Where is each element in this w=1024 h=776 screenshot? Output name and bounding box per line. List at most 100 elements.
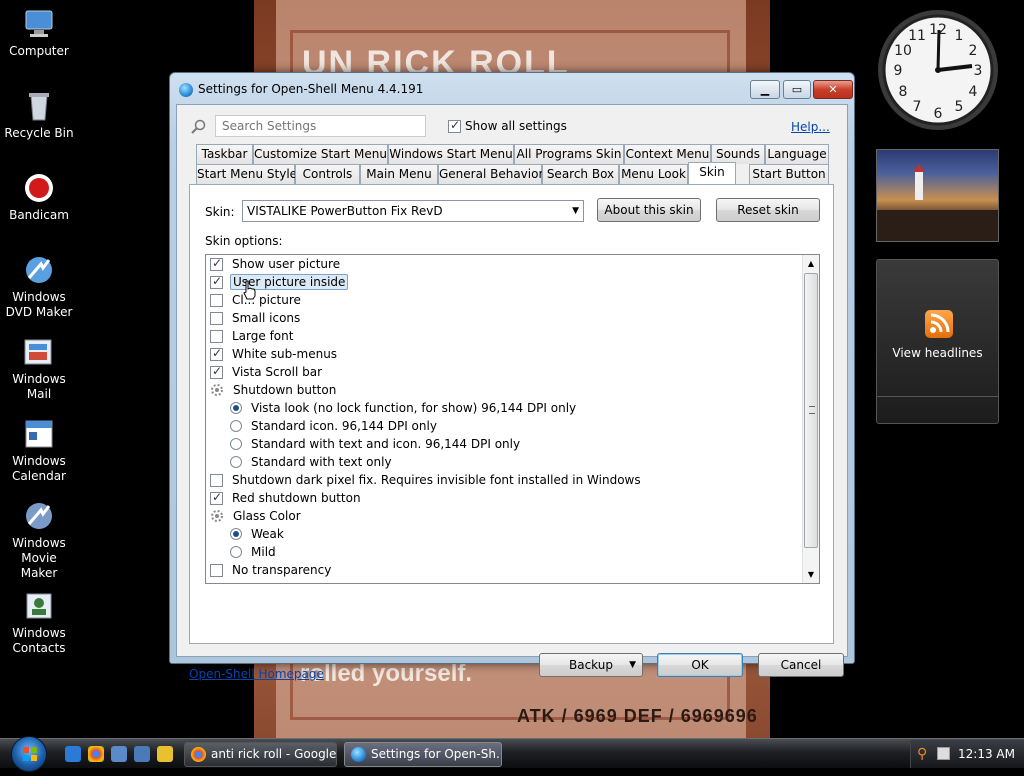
tab-skin[interactable]: Skin	[688, 162, 736, 184]
mail-icon	[23, 336, 55, 368]
group-shutdown-button[interactable]: Shutdown button	[210, 381, 338, 399]
svg-text:11: 11	[908, 28, 926, 44]
tab-controls[interactable]: Controls	[295, 164, 360, 184]
start-button[interactable]	[11, 736, 47, 772]
task-label: anti rick roll - Google...	[211, 747, 337, 761]
option-user-picture-inside[interactable]: User picture inside	[210, 273, 349, 291]
taskbar-clock[interactable]: 12:13 AM	[958, 747, 1015, 761]
clock-gadget[interactable]: 1212 345 678 91011	[876, 8, 1000, 132]
tab-all-programs-skin[interactable]: All Programs Skin	[514, 144, 624, 164]
option-show-user-picture[interactable]: Show user picture	[210, 255, 342, 273]
scroll-down-icon[interactable]: ▼	[803, 566, 819, 583]
title-bar[interactable]: Settings for Open-Shell Menu 4.4.191 ▁ ▭…	[170, 73, 854, 103]
computer-icon	[23, 8, 55, 40]
slideshow-gadget[interactable]	[876, 149, 999, 242]
show-all-settings-checkbox[interactable]: Show all settings	[448, 118, 567, 133]
chevron-down-icon: ▼	[572, 206, 579, 216]
desktop-icon-computer[interactable]: Computer	[2, 8, 76, 59]
option-weak[interactable]: Weak	[230, 525, 286, 543]
checkbox-icon	[448, 118, 461, 133]
tab-menu-look[interactable]: Menu Look	[619, 164, 688, 184]
skin-tab-panel: Skin: VISTALIKE PowerButton Fix RevD ▼ A…	[189, 184, 834, 644]
desktop-icon-contacts[interactable]: Windows Contacts	[2, 590, 76, 656]
checkbox-icon	[210, 274, 223, 289]
svg-text:10: 10	[894, 43, 912, 59]
tab-start-menu-style[interactable]: Start Menu Style	[196, 164, 297, 184]
maximize-icon: ▭	[791, 83, 803, 96]
option-small-icons[interactable]: Small icons	[210, 309, 302, 327]
tab-customize-start-menu[interactable]: Customize Start Menu	[253, 144, 388, 164]
ok-button[interactable]: OK	[657, 653, 743, 677]
search-settings-input[interactable]	[215, 115, 426, 137]
maximize-button[interactable]: ▭	[783, 80, 811, 99]
desktop-icon-bandicam[interactable]: Bandicam	[2, 172, 76, 223]
option-mild[interactable]: Mild	[230, 543, 278, 561]
open-shell-homepage-link[interactable]: Open-Shell Homepage	[189, 667, 324, 681]
svg-text:6: 6	[934, 106, 943, 122]
search-icon	[191, 119, 207, 138]
minimize-button[interactable]: ▁	[750, 80, 780, 99]
desktop-icon-recycle-bin[interactable]: Recycle Bin	[2, 90, 76, 141]
option-shutdown-dark-pixel-fix[interactable]: Shutdown dark pixel fix. Requires invisi…	[210, 471, 643, 489]
tab-sounds[interactable]: Sounds	[711, 144, 765, 164]
tab-search-box[interactable]: Search Box	[542, 164, 619, 184]
tab-main-menu[interactable]: Main Menu	[360, 164, 438, 184]
skin-options-list[interactable]: Show user picture User picture inside Cl…	[205, 254, 820, 584]
checkbox-icon	[210, 346, 223, 361]
backup-button[interactable]: Backup ▼	[539, 653, 643, 677]
tab-start-button[interactable]: Start Button	[749, 164, 829, 184]
close-button[interactable]: ✕	[813, 80, 853, 99]
group-glass-color[interactable]: Glass Color	[210, 507, 303, 525]
option-standard-text-only[interactable]: Standard with text only	[230, 453, 394, 471]
desktop-icon-label: Computer	[9, 44, 69, 58]
desktop-icon-label: Windows Calendar	[12, 454, 66, 483]
search-icon[interactable]: ⚲	[917, 746, 927, 762]
vertical-scrollbar[interactable]: ▲ ▼	[802, 255, 819, 583]
help-link[interactable]: Help...	[791, 120, 830, 134]
desktop-icon-label: Windows Contacts	[12, 626, 66, 655]
tab-general-behavior[interactable]: General Behavior	[438, 164, 543, 184]
ie-icon[interactable]	[65, 746, 81, 762]
taskbar-button-chrome[interactable]: anti rick roll - Google...	[184, 742, 337, 767]
skin-dropdown[interactable]: VISTALIKE PowerButton Fix RevD ▼	[242, 200, 584, 222]
media-icon[interactable]	[157, 746, 173, 762]
shortcut-icon	[23, 254, 55, 286]
checkbox-icon	[210, 364, 223, 379]
cancel-button[interactable]: Cancel	[758, 653, 844, 677]
radio-icon	[230, 402, 242, 414]
show-desktop-icon[interactable]	[111, 746, 127, 762]
radio-icon	[230, 420, 242, 432]
option-red-shutdown-button[interactable]: Red shutdown button	[210, 489, 363, 507]
bandicam-icon	[23, 172, 55, 204]
taskbar-button-settings[interactable]: Settings for Open-Sh...	[344, 742, 502, 767]
tab-language[interactable]: Language	[765, 144, 829, 164]
chrome-icon[interactable]	[88, 746, 104, 762]
about-this-skin-button[interactable]: About this skin	[597, 198, 701, 222]
scroll-up-icon[interactable]: ▲	[803, 255, 819, 272]
scrollbar-thumb[interactable]	[804, 273, 818, 548]
option-white-sub-menus[interactable]: White sub-menus	[210, 345, 339, 363]
settings-group-icon	[210, 509, 224, 523]
tab-windows-start-menu[interactable]: Windows Start Menu	[388, 144, 514, 164]
option-vista-look[interactable]: Vista look (no lock function, for show) …	[230, 399, 578, 417]
svg-text:4: 4	[969, 84, 978, 100]
switch-windows-icon[interactable]	[134, 746, 150, 762]
tab-context-menu[interactable]: Context Menu	[624, 144, 711, 164]
option-vista-scroll-bar[interactable]: Vista Scroll bar	[210, 363, 324, 381]
desktop-icon-calendar[interactable]: Windows Calendar	[2, 418, 76, 484]
desktop-icon-mail[interactable]: Windows Mail	[2, 336, 76, 402]
desktop-icon-dvd-maker[interactable]: Windows DVD Maker	[2, 254, 76, 320]
option-standard-icon[interactable]: Standard icon. 96,144 DPI only	[230, 417, 439, 435]
network-icon[interactable]	[937, 747, 950, 760]
desktop-icon-movie-maker[interactable]: Windows Movie Maker	[2, 500, 76, 581]
rss-icon	[925, 310, 953, 338]
option-standard-text-and-icon[interactable]: Standard with text and icon. 96,144 DPI …	[230, 435, 522, 453]
option-large-font[interactable]: Large font	[210, 327, 295, 345]
tab-taskbar[interactable]: Taskbar	[196, 144, 253, 164]
svg-text:3: 3	[974, 63, 983, 79]
reset-skin-button[interactable]: Reset skin	[716, 198, 820, 222]
radio-icon	[230, 528, 242, 540]
feed-headlines-gadget[interactable]: View headlines	[876, 259, 999, 424]
desktop-icon-label: Recycle Bin	[4, 126, 74, 140]
option-no-transparency[interactable]: No transparency	[210, 561, 333, 579]
